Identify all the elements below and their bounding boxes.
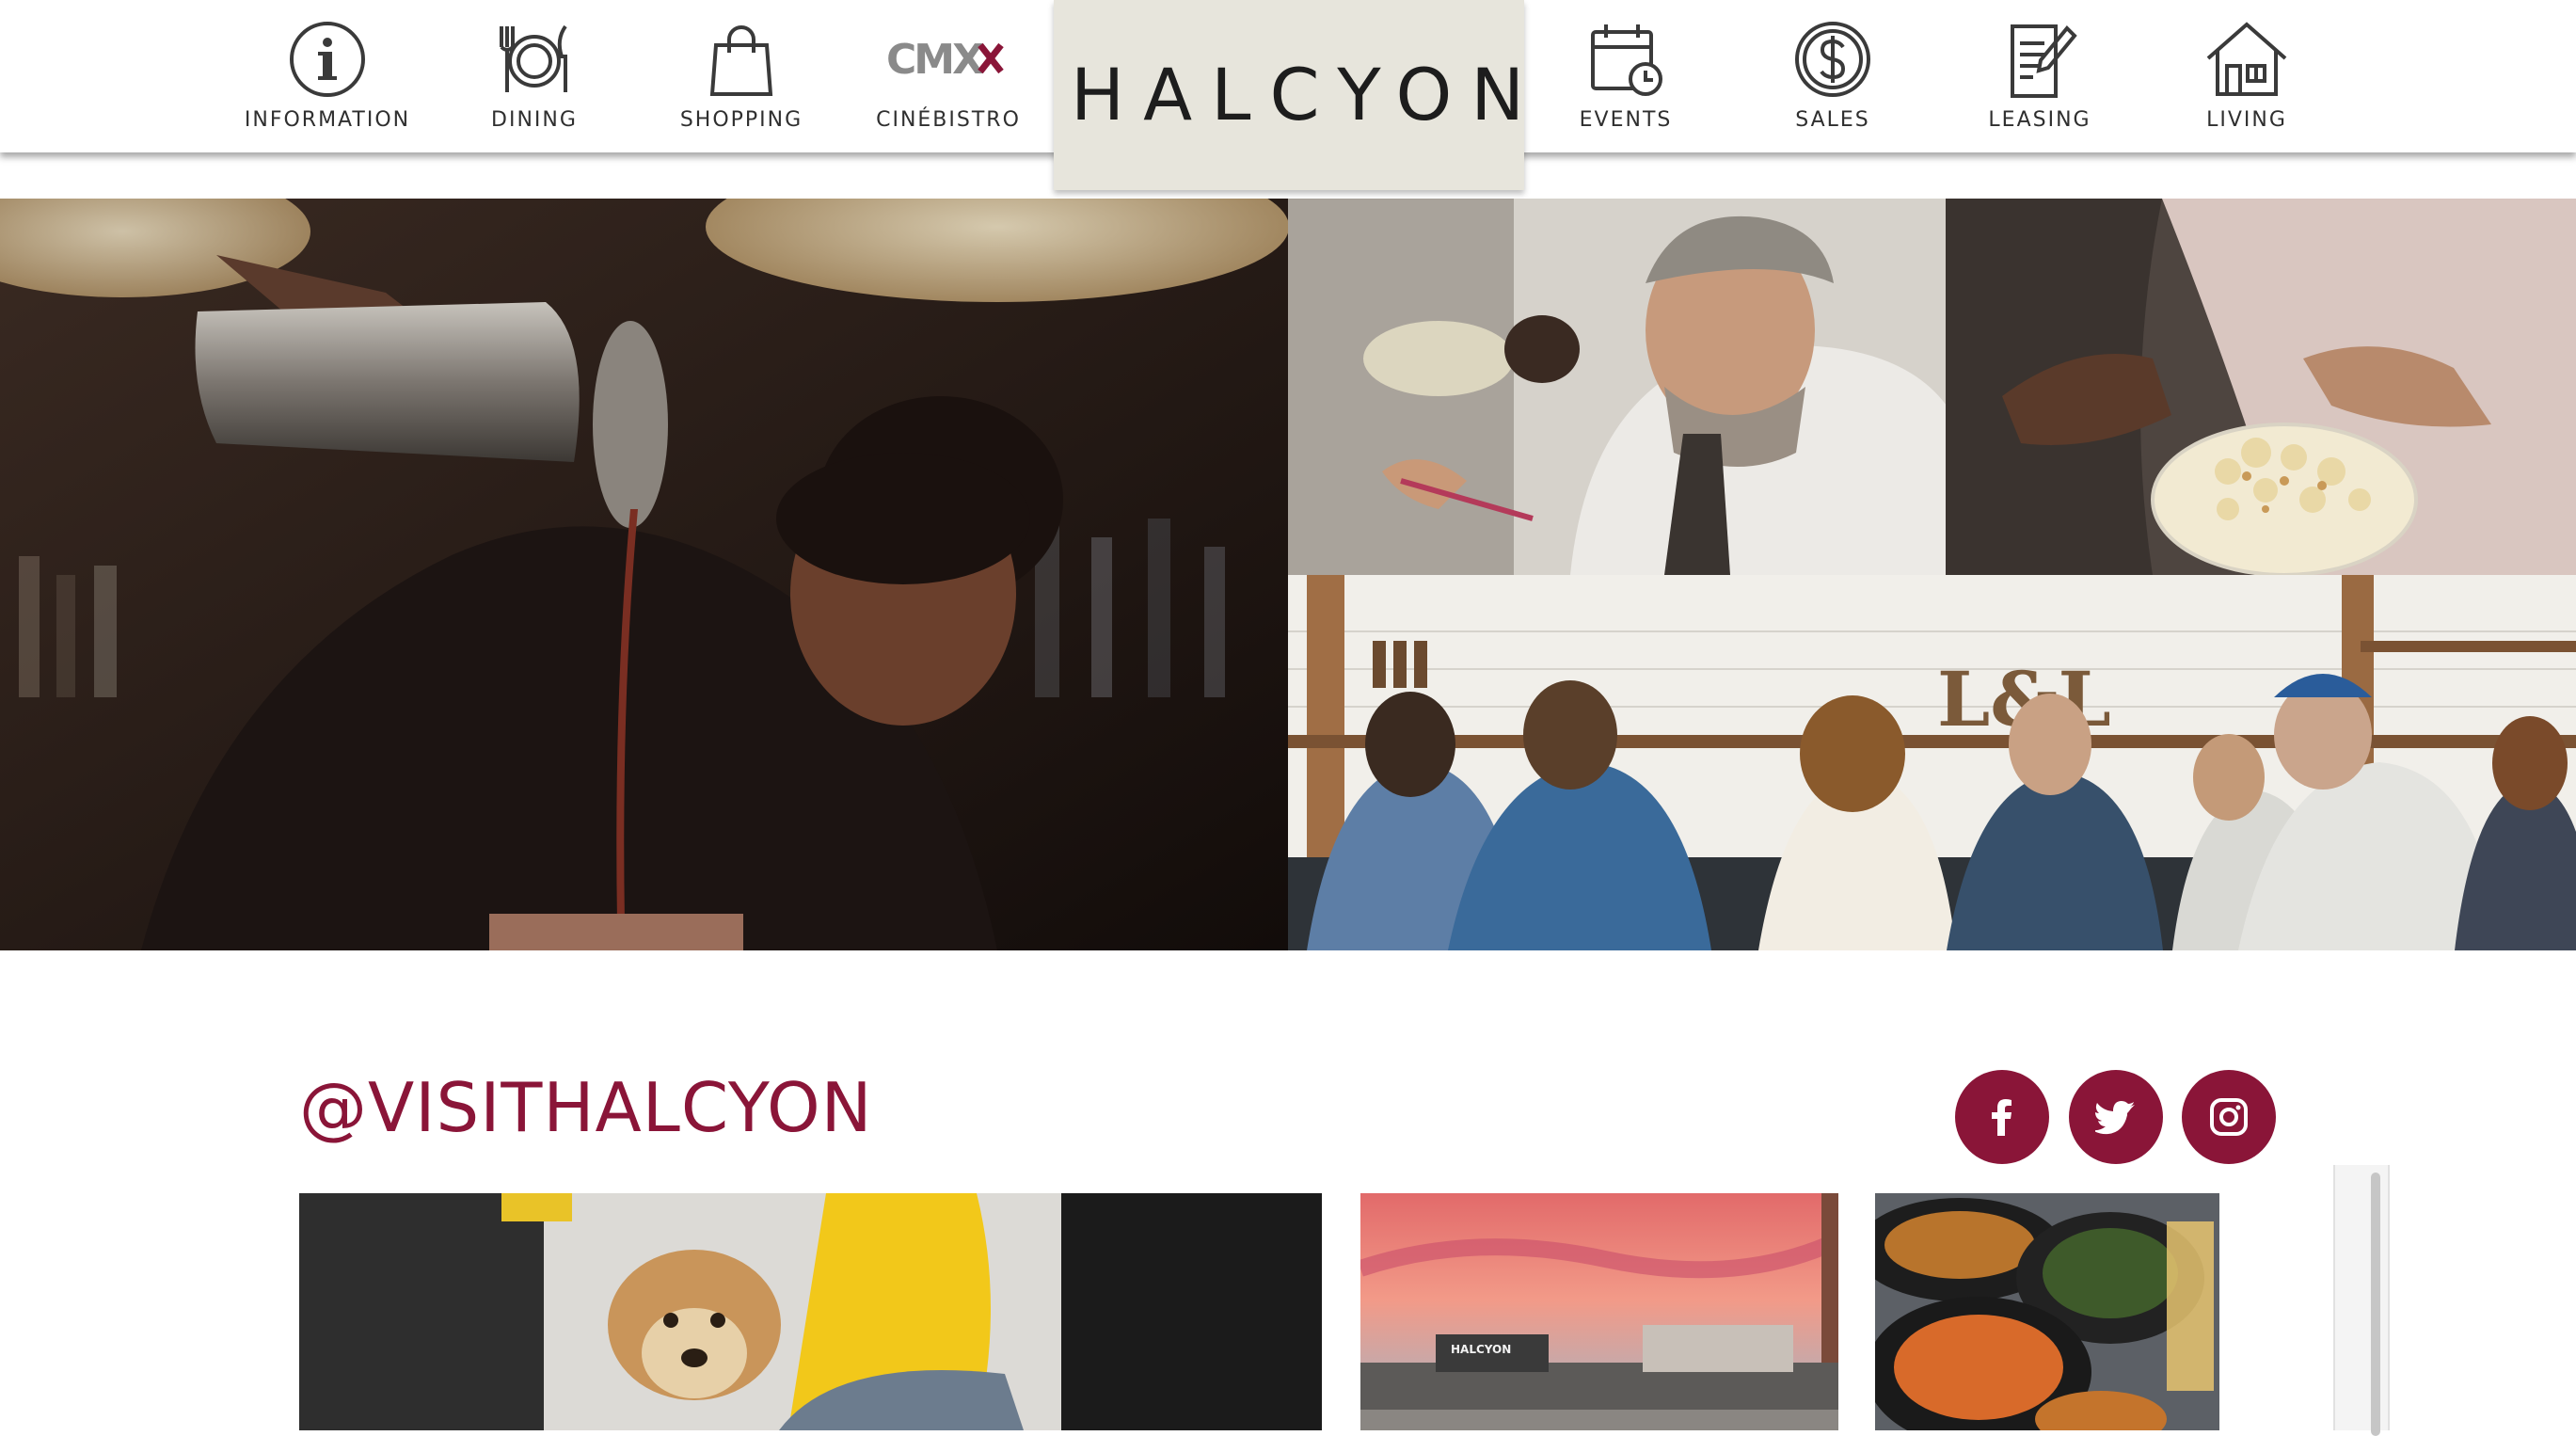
nav-label-events: EVENTS (1579, 108, 1673, 132)
svg-text:CMX: CMX (886, 36, 984, 84)
nav-label-living: LIVING (2206, 108, 2287, 132)
instagram-button[interactable] (2182, 1070, 2276, 1164)
house-icon (2204, 17, 2289, 102)
photo-friends-at-bar: L&L (1288, 575, 2576, 950)
social-handle: @VISITHALCYON (299, 1068, 873, 1147)
cmx-logo-icon: CMX (883, 32, 1014, 85)
nav-item-dining[interactable]: DINING (431, 0, 638, 152)
feed-image-food-platters[interactable] (1875, 1193, 2219, 1430)
svg-text:HALCYON: HALCYON (1451, 1343, 1511, 1356)
logo-text: HALCYON (1071, 53, 1544, 136)
dining-icon (492, 17, 577, 102)
instagram-icon (2210, 1098, 2248, 1136)
nav-label-information: INFORMATION (244, 108, 411, 132)
facebook-icon (1992, 1099, 2012, 1136)
nav-label-dining: DINING (491, 108, 578, 132)
feed-image-dog-at-patio[interactable] (299, 1193, 1322, 1430)
nav-item-living[interactable]: LIVING (2143, 0, 2350, 152)
nav-item-sales[interactable]: SALES (1729, 0, 1936, 152)
scrollbar-thumb[interactable] (2371, 1173, 2380, 1436)
nav-label-leasing: LEASING (1988, 108, 2091, 132)
facebook-button[interactable] (1955, 1070, 2049, 1164)
nav-item-shopping[interactable]: SHOPPING (638, 0, 845, 152)
calendar-clock-icon (1583, 17, 1668, 102)
photo-bartender-pouring-cocktail (0, 199, 1288, 950)
nav-item-information[interactable]: INFORMATION (224, 0, 431, 152)
photo-chef-plating-dish (1288, 199, 1946, 575)
document-pen-icon (1997, 17, 2082, 102)
info-icon (285, 17, 370, 102)
photo-popcorn-bowl (1946, 199, 2576, 575)
nav-label-shopping: SHOPPING (679, 108, 803, 132)
halcyon-logo[interactable]: HALCYON (1054, 0, 1524, 190)
nav-item-leasing[interactable]: LEASING (1936, 0, 2143, 152)
twitter-button[interactable] (2069, 1070, 2163, 1164)
hero-photo-grid: L&L (0, 199, 2576, 950)
nav-label-cinebistro: CINÉBISTRO (876, 108, 1021, 132)
feed-scrollbar[interactable] (2333, 1165, 2390, 1436)
dollar-circle-icon (1790, 17, 1875, 102)
nav-label-sales: SALES (1795, 108, 1870, 132)
shopping-bag-icon (699, 17, 784, 102)
twitter-icon (2095, 1101, 2135, 1135)
nav-item-events[interactable]: EVENTS (1522, 0, 1729, 152)
feed-image-halcyon-sunset[interactable]: HALCYON (1360, 1193, 1838, 1430)
nav-item-cinebistro[interactable]: CMX CINÉBISTRO (845, 0, 1052, 152)
